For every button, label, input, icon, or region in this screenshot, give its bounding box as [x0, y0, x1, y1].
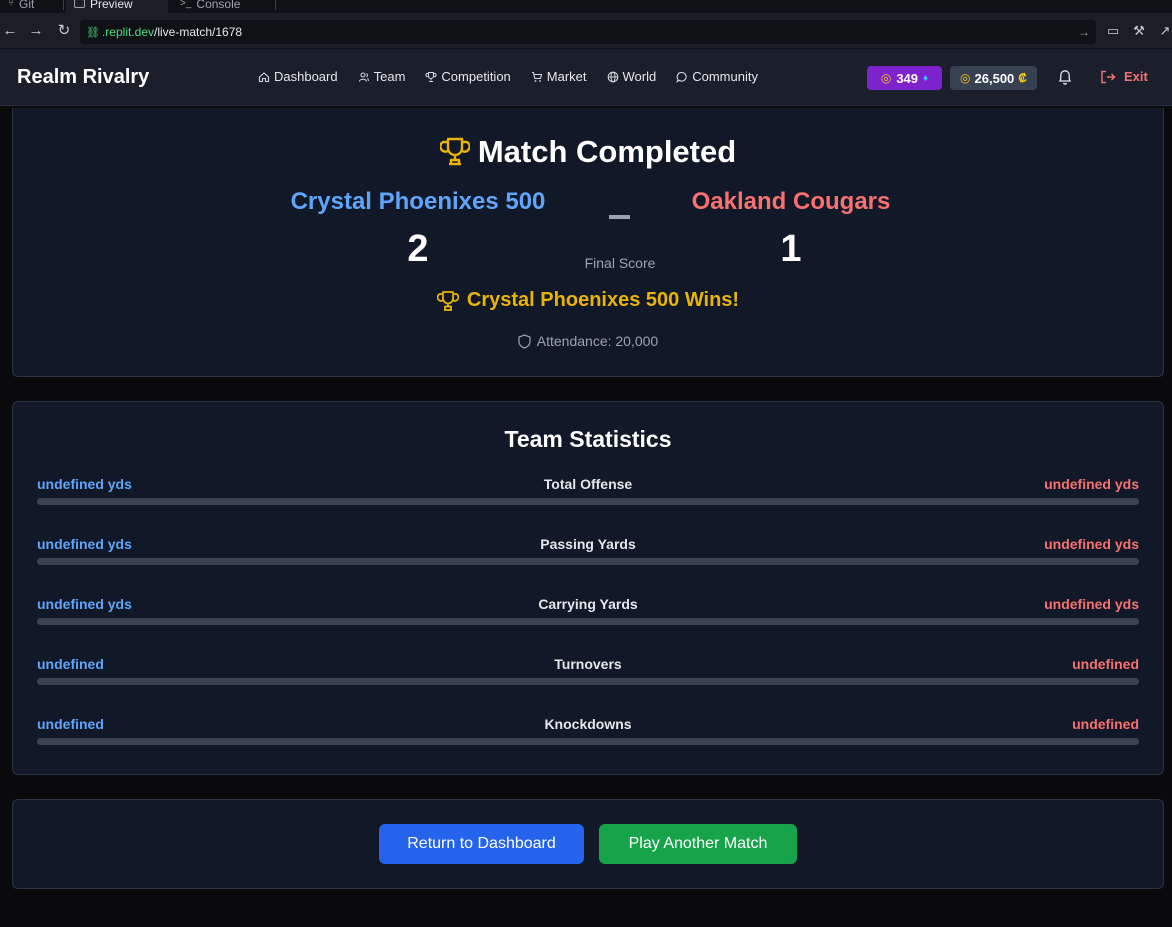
tab-label: Console — [196, 0, 241, 11]
gems-count: 349 — [896, 70, 919, 86]
final-score-label: Final Score — [584, 255, 656, 271]
nav-competition[interactable]: Competition — [425, 69, 511, 84]
address-bar: ← → ↻ ⛓ .replit.dev/live-match/1678 → ▭ ⚒… — [0, 13, 1172, 49]
stat-row-knockdowns: undefined Knockdowns undefined — [37, 716, 1139, 756]
link-icon: ⛓ — [86, 27, 100, 39]
winner-text: Crystal Phoenixes 500 Wins! — [466, 289, 740, 311]
git-icon: ⑂ — [8, 0, 14, 9]
cart-icon — [531, 71, 542, 82]
stat-label: Total Offense — [543, 476, 633, 492]
users-icon — [358, 71, 369, 82]
bell-icon[interactable] — [1057, 68, 1073, 86]
nav-team[interactable]: Team — [358, 69, 406, 84]
stat-label: Knockdowns — [544, 716, 632, 732]
nav-market[interactable]: Market — [531, 69, 587, 84]
team-statistics-card: Team Statistics undefined yds Total Offe… — [12, 401, 1164, 775]
url-path: /live-match/1678 — [154, 25, 243, 39]
nav-world[interactable]: World — [607, 69, 657, 84]
browser-tab-strip: ⑂ Git Preview >_ Console — [0, 0, 1172, 13]
stat-away-value: undefined yds — [1044, 476, 1139, 492]
devices-icon[interactable]: ▭ — [1105, 23, 1121, 39]
stat-away-value: undefined — [1072, 716, 1139, 732]
stat-bar — [37, 558, 1139, 565]
brand-logo[interactable]: Realm Rivalry — [17, 66, 149, 89]
stat-row-passing-yards: undefined yds Passing Yards undefined yd… — [37, 536, 1139, 576]
tab-console[interactable]: >_ Console — [172, 0, 276, 13]
terminal-icon: >_ — [180, 0, 192, 9]
exit-button[interactable]: Exit — [1100, 69, 1148, 84]
reload-icon[interactable]: ↻ — [54, 21, 74, 41]
logout-icon — [1101, 70, 1116, 83]
forward-icon[interactable]: → — [26, 21, 46, 41]
tab-preview[interactable]: Preview — [66, 0, 168, 13]
trophy-icon — [436, 290, 459, 311]
nav-label: World — [622, 69, 657, 84]
nav-label: Team — [373, 69, 406, 84]
stat-row-total-offense: undefined yds Total Offense undefined yd… — [37, 476, 1139, 516]
coins-icon: ◎ — [880, 71, 892, 85]
tab-label: Git — [19, 0, 35, 11]
coins-icon: ◎ — [960, 71, 971, 85]
return-to-dashboard-button[interactable]: Return to Dashboard — [379, 824, 584, 864]
tab-label: Preview — [90, 0, 133, 11]
stat-row-carrying-yards: undefined yds Carrying Yards undefined y… — [37, 596, 1139, 636]
globe-icon — [607, 71, 618, 82]
away-team-name: Oakland Cougars — [691, 188, 891, 215]
attendance: Attendance: 20,000 — [13, 333, 1163, 349]
chat-icon — [676, 71, 687, 83]
back-icon[interactable]: ← — [0, 21, 20, 41]
stat-row-turnovers: undefined Turnovers undefined — [37, 656, 1139, 696]
exit-label: Exit — [1124, 69, 1148, 84]
play-another-match-button[interactable]: Play Another Match — [599, 824, 797, 864]
stats-title: Team Statistics — [504, 426, 672, 452]
nav-dashboard[interactable]: Dashboard — [258, 69, 338, 84]
trophy-icon — [425, 71, 437, 82]
match-title-text: Match Completed — [477, 134, 737, 169]
match-result-card: Match Completed Crystal Phoenixes 500 Oa… — [12, 108, 1164, 377]
credit-symbol: ₡ — [1018, 71, 1027, 85]
monitor-icon — [74, 0, 85, 8]
nav-community[interactable]: Community — [676, 69, 758, 84]
winner-banner: Crystal Phoenixes 500 Wins! — [13, 289, 1163, 312]
nav-label: Market — [546, 69, 587, 84]
trophy-icon — [439, 137, 470, 166]
credits-count: 26,500 — [974, 70, 1015, 86]
wrench-icon[interactable]: ⚒ — [1131, 23, 1147, 39]
go-arrow-icon[interactable]: → — [1078, 20, 1090, 44]
stat-bar — [37, 498, 1139, 505]
stat-label: Passing Yards — [540, 536, 636, 552]
home-team-name: Crystal Phoenixes 500 — [290, 188, 546, 215]
stat-bar — [37, 618, 1139, 625]
stat-label: Carrying Yards — [538, 596, 638, 612]
stat-away-value: undefined — [1072, 656, 1139, 672]
url-input[interactable]: ⛓ .replit.dev/live-match/1678 → — [80, 20, 1096, 44]
gems-badge[interactable]: ◎ 349 ♦ — [867, 66, 942, 90]
home-icon — [258, 71, 270, 82]
stat-bar — [37, 738, 1139, 745]
stat-away-value: undefined yds — [1044, 536, 1139, 552]
actions-card: Return to Dashboard Play Another Match — [12, 799, 1164, 889]
app-header: Realm Rivalry Dashboard Team Competition… — [0, 49, 1172, 106]
stat-bar — [37, 678, 1139, 685]
score-separator — [609, 215, 630, 219]
open-external-icon[interactable]: ↗ — [1157, 23, 1172, 39]
match-title: Match Completed — [13, 134, 1163, 170]
gem-icon: ♦ — [923, 72, 929, 84]
nav-label: Competition — [441, 69, 511, 84]
nav-label: Dashboard — [274, 69, 338, 84]
credits-badge[interactable]: ◎ 26,500 ₡ — [950, 66, 1037, 90]
main-nav: Dashboard Team Competition Market World … — [258, 69, 758, 84]
tab-git[interactable]: ⑂ Git — [0, 0, 64, 13]
shield-icon — [518, 333, 531, 349]
nav-label: Community — [692, 69, 758, 84]
attendance-text: Attendance: 20,000 — [536, 333, 659, 349]
url-domain: .replit.dev — [101, 25, 154, 39]
stat-away-value: undefined yds — [1044, 596, 1139, 612]
stat-label: Turnovers — [554, 656, 622, 672]
